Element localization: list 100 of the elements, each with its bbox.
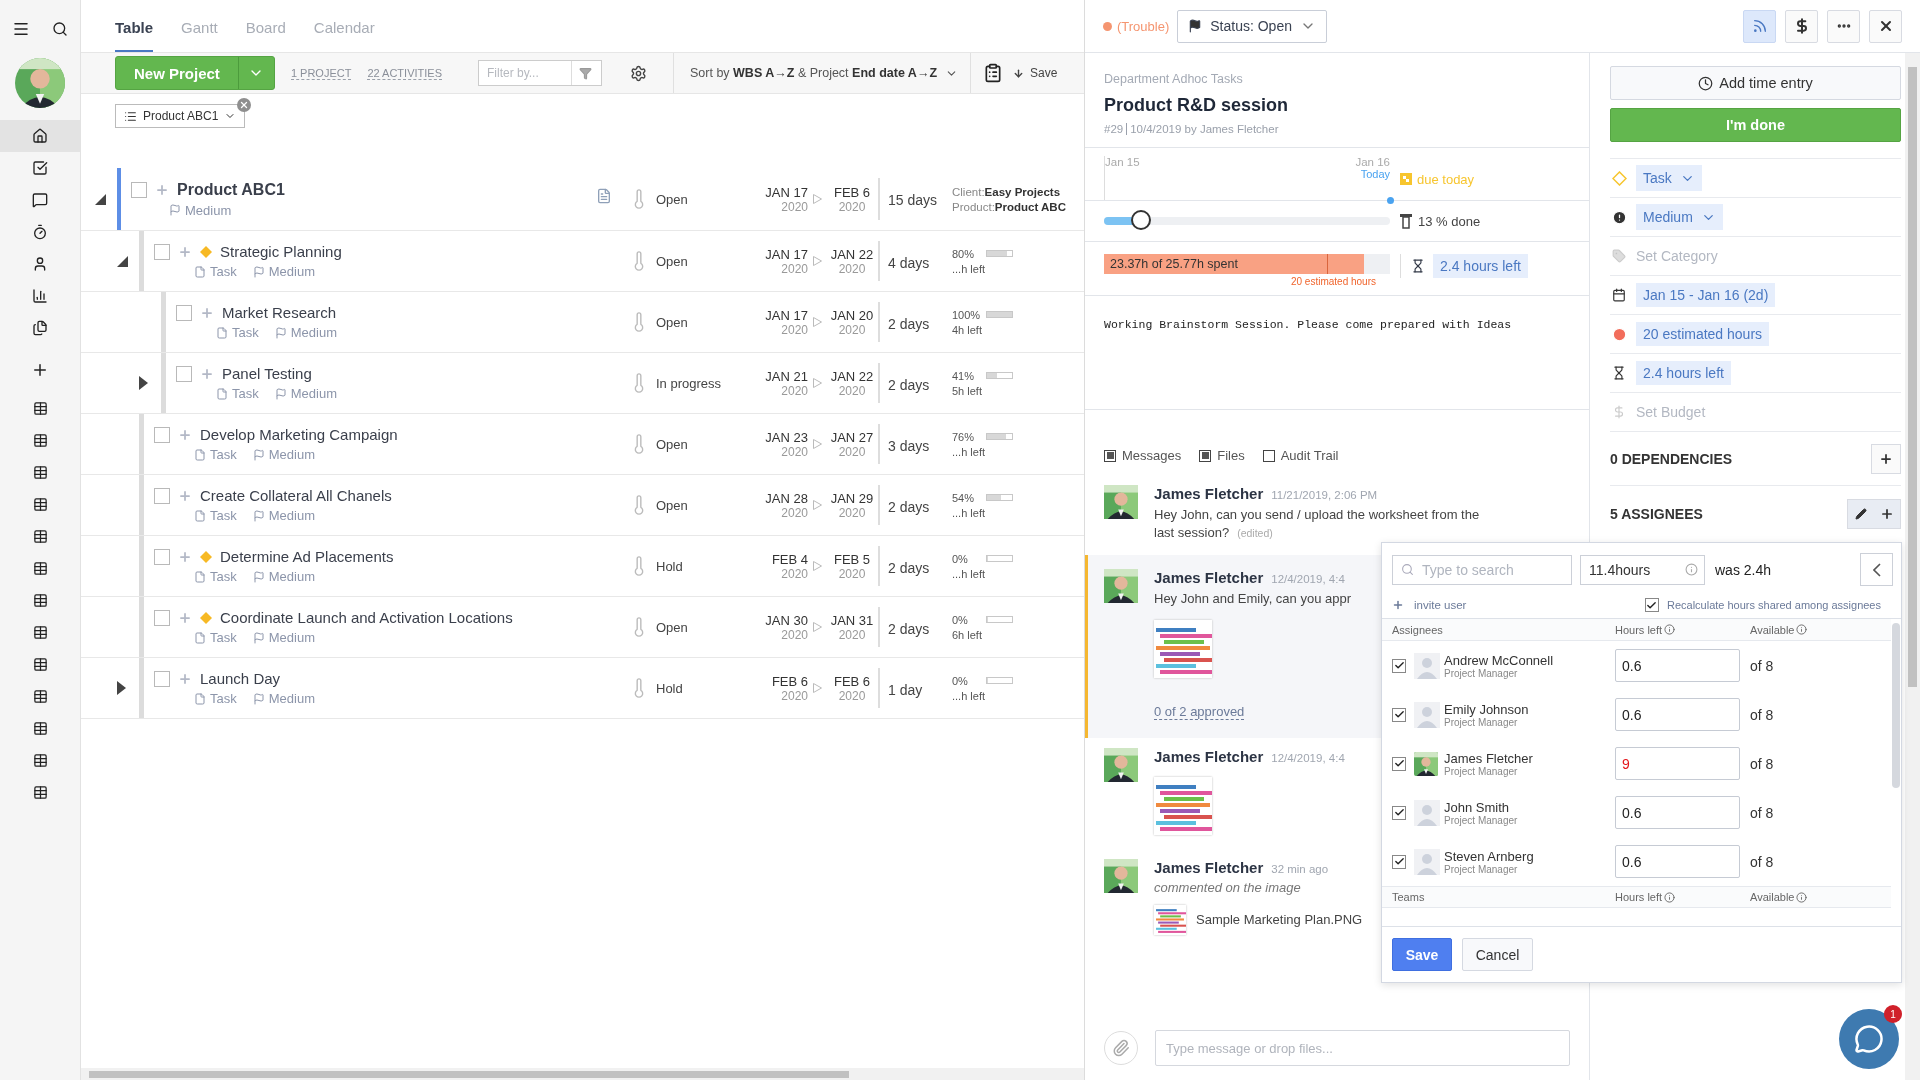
row-title[interactable]: Determine Ad Placements (220, 548, 394, 565)
row-title[interactable]: Create Collateral All Chanels (200, 487, 392, 504)
message-author[interactable]: James Fletcher (1154, 485, 1264, 502)
slider-thumb[interactable] (1131, 210, 1152, 230)
avatar[interactable] (15, 58, 65, 108)
checkbox[interactable] (1392, 756, 1406, 771)
property-dropdown[interactable]: Task (1636, 165, 1702, 191)
row-checkbox[interactable] (154, 426, 170, 443)
end-year: 2020 (838, 383, 866, 398)
approval-link[interactable]: 0 of 2 approved (1154, 703, 1245, 720)
row-checkbox[interactable] (131, 181, 147, 198)
row-checkbox[interactable] (154, 609, 170, 626)
table-icon (32, 720, 48, 736)
budget-button[interactable] (1785, 9, 1818, 43)
message-author[interactable]: James Fletcher (1154, 858, 1264, 876)
flag-icon (252, 631, 265, 644)
feed-button[interactable] (1743, 9, 1776, 43)
hours-input[interactable]: 0.6 (1615, 698, 1740, 731)
recalculate-checkbox[interactable]: Recalculate hours shared among assignees (1644, 598, 1881, 612)
invite-link[interactable]: invite user (1392, 599, 1467, 611)
checkbox[interactable] (1644, 598, 1659, 612)
row-checkbox[interactable] (154, 548, 170, 565)
plus-icon (1879, 451, 1893, 466)
filter-input[interactable]: Filter by... (485, 65, 571, 81)
hours-input[interactable]: 0.6 (1615, 845, 1740, 878)
close-icon[interactable] (237, 98, 252, 112)
cancel-button[interactable]: Cancel (1462, 938, 1533, 971)
filter-field[interactable]: Filter by... (478, 60, 602, 86)
checkbox[interactable] (1392, 854, 1406, 869)
scrollbar[interactable] (1905, 53, 1920, 1080)
collapse-toggle[interactable] (95, 193, 106, 205)
row-title[interactable]: Product ABC1 (177, 180, 285, 199)
arrow-icon (812, 439, 822, 449)
scrollbar[interactable] (1892, 623, 1900, 788)
row-title[interactable]: Panel Testing (222, 365, 312, 382)
end-year: 2020 (838, 444, 866, 459)
row-title[interactable]: Develop Marketing Campaign (200, 426, 398, 443)
more-button[interactable] (1827, 9, 1860, 43)
clipboard-button[interactable] (983, 63, 1004, 83)
collapse-toggle[interactable] (117, 255, 128, 267)
hours-box[interactable]: 11.4hours (1580, 554, 1705, 585)
filter-chip[interactable]: Product ABC1 (115, 104, 246, 128)
row-title[interactable]: Coordinate Launch and Activation Locations (220, 609, 513, 626)
property-value[interactable]: Jan 15 - Jan 16 (2d) (1636, 283, 1776, 307)
search-button[interactable] (52, 21, 68, 37)
property-value[interactable]: 20 estimated hours (1636, 322, 1770, 346)
row-checkbox[interactable] (154, 670, 170, 687)
status-dropdown[interactable]: Status: Open (1177, 9, 1327, 43)
checkbox[interactable] (1392, 805, 1406, 820)
menu-button[interactable] (12, 20, 30, 38)
checkbox[interactable] (1392, 707, 1406, 722)
checkbox[interactable] (1104, 449, 1116, 462)
hours-input[interactable]: 0.6 (1615, 649, 1740, 682)
property-value[interactable]: 2.4 hours left (1636, 361, 1731, 385)
scrollbar[interactable] (81, 1068, 1084, 1080)
chevron-left-icon (1872, 562, 1881, 577)
hours-left: 5h left (952, 384, 983, 397)
close-button[interactable] (1869, 9, 1902, 43)
row-title[interactable]: Launch Day (200, 670, 281, 687)
add-time-button[interactable]: Add time entry (1610, 66, 1901, 100)
add-button[interactable] (1871, 443, 1901, 474)
estimated-hours: 20 estimated hours (1290, 276, 1376, 287)
message-author[interactable]: James Fletcher (1154, 569, 1264, 587)
hours-input[interactable]: 9 (1615, 747, 1740, 780)
filter-checkbox[interactable]: Files (1199, 448, 1245, 463)
row-checkbox[interactable] (154, 243, 170, 260)
row-priority: Medium (268, 691, 315, 706)
row-checkbox[interactable] (176, 365, 192, 382)
file-name[interactable]: Sample Marketing Plan.PNG (1196, 912, 1363, 928)
message-author[interactable]: James Fletcher (1154, 747, 1264, 765)
row-checkbox[interactable] (154, 487, 170, 504)
filter-icon (579, 66, 592, 80)
row-checkbox[interactable] (176, 304, 192, 321)
checkbox[interactable] (1392, 658, 1406, 673)
note-icon[interactable] (596, 188, 612, 204)
sort-dropdown[interactable]: Sort by WBS A→Z & Project End date A→Z (673, 53, 972, 93)
filter-checkbox[interactable]: Messages (1104, 448, 1182, 463)
alert-icon (1611, 209, 1627, 225)
progress-bar (986, 616, 1013, 623)
settings-button[interactable] (630, 64, 647, 82)
save-button[interactable]: Save (1003, 65, 1064, 81)
row-title[interactable]: Market Research (222, 304, 337, 321)
nav-button[interactable] (0, 120, 80, 152)
hours-input[interactable]: 0.6 (1615, 796, 1740, 829)
message-time: 32 min ago (1271, 862, 1329, 875)
expand-toggle[interactable] (117, 681, 126, 695)
save-button[interactable]: Save (1392, 938, 1452, 971)
info-icon (1685, 563, 1698, 576)
end-date: FEB 6 (833, 184, 871, 200)
checkbox[interactable] (1262, 449, 1275, 462)
row-title[interactable]: Strategic Planning (220, 243, 342, 260)
back-button[interactable] (1860, 553, 1893, 586)
checkbox[interactable] (1199, 449, 1212, 462)
row-status: Open (656, 436, 688, 452)
expand-toggle[interactable] (139, 376, 148, 390)
end-date: JAN 20 (830, 307, 874, 323)
property-dropdown[interactable]: Medium (1636, 204, 1723, 230)
search-box[interactable]: Type to search (1392, 554, 1572, 585)
message-input[interactable]: Type message or drop files... (1155, 1030, 1570, 1066)
filter-checkbox[interactable]: Audit Trail (1262, 448, 1339, 463)
